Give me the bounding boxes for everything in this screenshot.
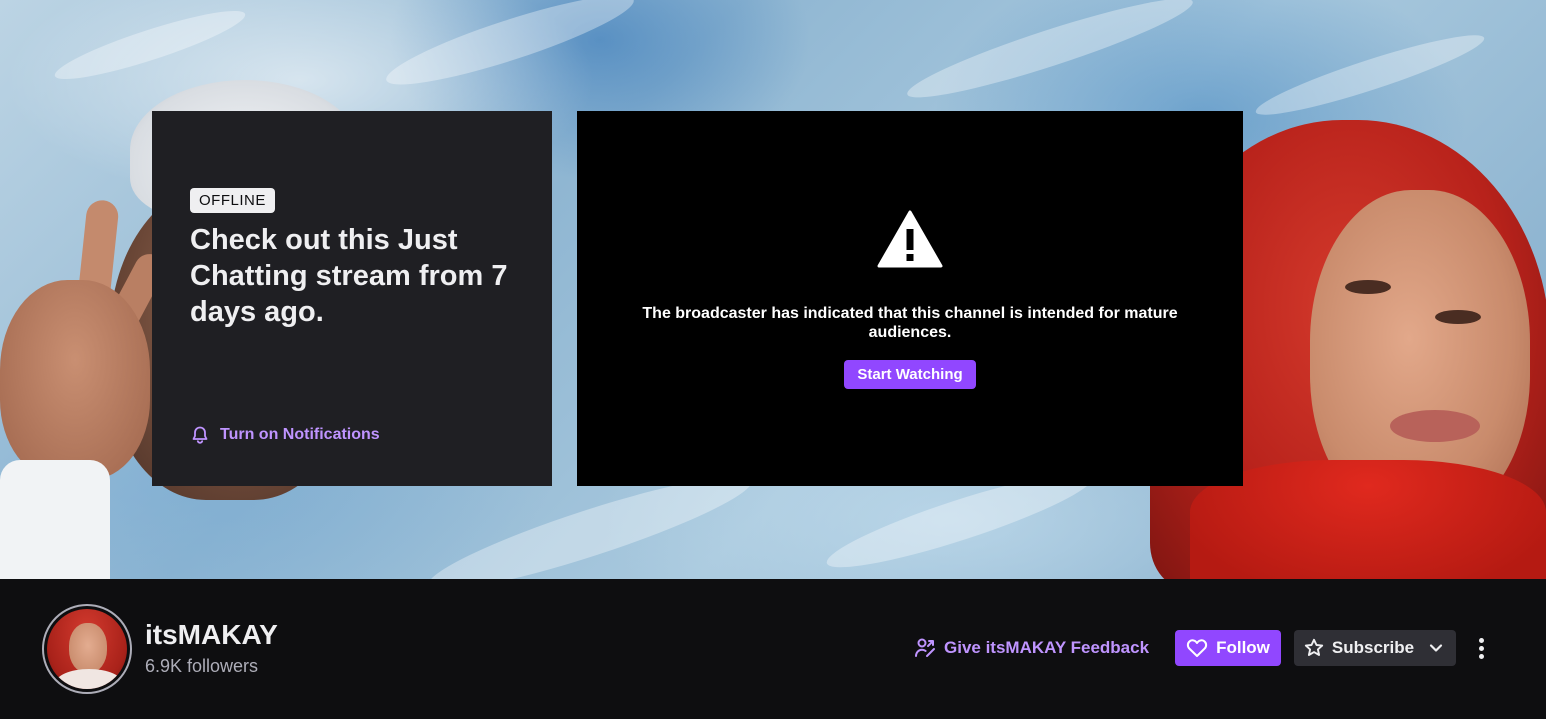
warning-triangle-icon — [877, 210, 943, 268]
heart-icon — [1186, 639, 1208, 657]
give-feedback-label: Give itsMAKAY Feedback — [944, 638, 1150, 657]
banner-streak — [1251, 23, 1489, 127]
channel-info-bar: itsMAKAY 6.9K followers Give itsMAKAY Fe… — [0, 579, 1546, 719]
banner-person-right-eye — [1435, 310, 1481, 324]
more-vertical-icon — [1478, 645, 1484, 651]
banner-person-right-eye — [1345, 280, 1391, 294]
turn-on-notifications-label: Turn on Notifications — [220, 426, 380, 443]
more-vertical-icon — [1478, 637, 1484, 643]
turn-on-notifications-button[interactable]: Turn on Notifications — [190, 425, 380, 445]
more-vertical-icon — [1478, 653, 1484, 659]
banner-person-left-sleeve — [0, 460, 110, 579]
more-options-button[interactable] — [1468, 634, 1494, 662]
subscribe-button[interactable]: Subscribe — [1294, 630, 1456, 666]
offline-badge: OFFLINE — [190, 188, 275, 213]
follow-button[interactable]: Follow — [1175, 630, 1281, 666]
banner-streak — [380, 0, 640, 100]
avatar-image — [47, 609, 127, 689]
channel-avatar[interactable] — [42, 604, 132, 694]
star-icon — [1304, 638, 1324, 656]
follower-count: 6.9K followers — [145, 656, 259, 676]
avatar-body — [55, 669, 123, 689]
offline-card: OFFLINE Check out this Just Chatting str… — [152, 111, 552, 486]
banner-person-right-jacket — [1190, 460, 1546, 579]
bell-icon — [192, 426, 208, 444]
mature-content-message: The broadcaster has indicated that this … — [642, 305, 1178, 341]
channel-name[interactable]: itsMAKAY — [145, 619, 278, 651]
banner-person-right-lips — [1390, 410, 1480, 442]
banner-streak — [50, 0, 250, 91]
feedback-person-icon — [915, 638, 935, 657]
avatar-face — [69, 623, 107, 673]
video-player[interactable]: The broadcaster has indicated that this … — [577, 111, 1243, 486]
start-watching-button[interactable]: Start Watching — [844, 360, 976, 389]
banner-streak — [901, 0, 1199, 112]
subscribe-label: Subscribe — [1331, 638, 1415, 657]
offline-headline[interactable]: Check out this Just Chatting stream from… — [190, 222, 520, 330]
follow-label: Follow — [1216, 638, 1270, 657]
banner-person-left-hand — [0, 280, 150, 480]
give-feedback-button[interactable]: Give itsMAKAY Feedback — [914, 637, 1149, 659]
chevron-down-icon[interactable] — [1426, 638, 1446, 658]
